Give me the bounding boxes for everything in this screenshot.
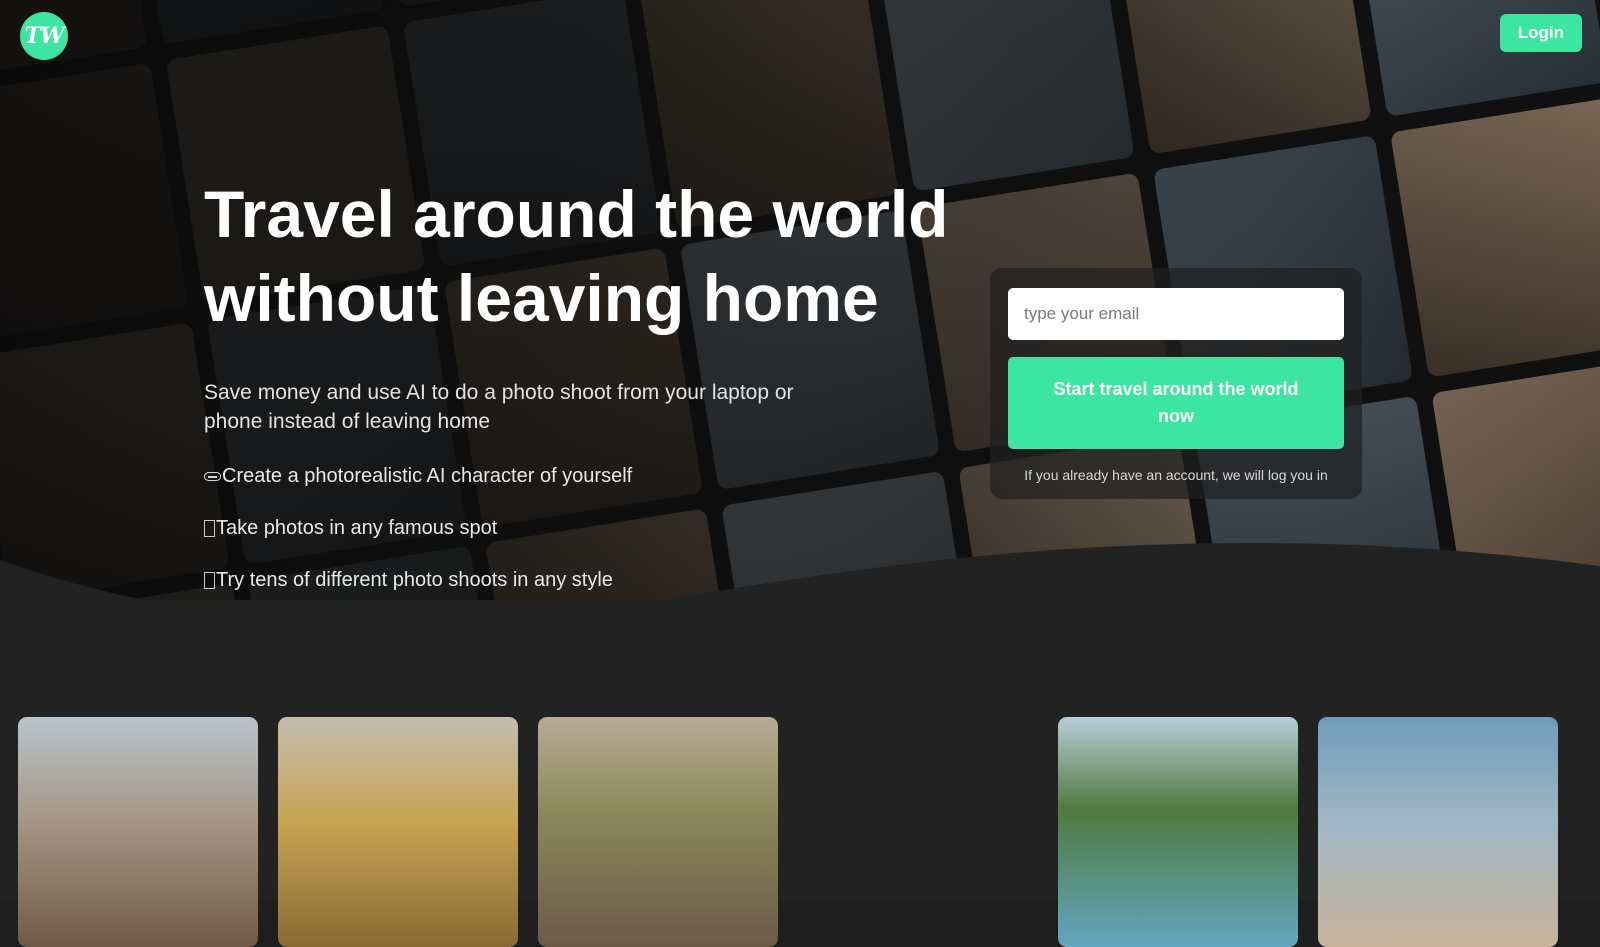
logo-label: TW	[24, 23, 64, 49]
collage-tile	[1431, 357, 1600, 638]
missing-glyph-box-icon	[204, 520, 215, 537]
signup-card: Start travel around the world now If you…	[990, 268, 1362, 499]
collage-tile	[0, 62, 189, 343]
signup-note: If you already have an account, we will …	[1024, 467, 1328, 483]
email-field[interactable]	[1008, 288, 1344, 340]
feature-item-2: Take photos in any famous spot	[204, 516, 964, 540]
page-title: Travel around the world without leaving …	[204, 172, 964, 340]
gallery-card-leaning-tower-of-pisa[interactable]	[798, 717, 1038, 947]
gallery-card-eiffel-tower-sunset[interactable]	[278, 717, 518, 947]
feature-label-1: Create a photorealistic AI character of …	[222, 465, 633, 487]
hero-content: Travel around the world without leaving …	[204, 172, 964, 592]
hero-section: Travel around the world without leaving …	[0, 0, 1600, 640]
feature-label-2: Take photos in any famous spot	[216, 517, 498, 539]
gallery-section	[0, 600, 1600, 947]
headline-line-1: Travel around the world	[204, 177, 949, 251]
hero-subtitle: Save money and use AI to do a photo shoo…	[204, 381, 794, 433]
gallery-card-great-wall-of-china[interactable]	[538, 717, 778, 947]
start-travel-button[interactable]: Start travel around the world now	[1008, 357, 1344, 449]
collage-tile	[1390, 98, 1600, 378]
gallery-carousel[interactable]	[18, 717, 1600, 947]
pen-icon	[204, 472, 221, 481]
missing-glyph-box-icon	[204, 572, 215, 589]
tw-monogram-icon[interactable]: TW	[20, 12, 68, 60]
gallery-card-taj-mahal[interactable]	[1318, 717, 1558, 947]
collage-tile	[0, 322, 230, 602]
feature-item-3: Try tens of different photo shoots in an…	[204, 568, 964, 592]
gallery-card-eiffel-tower-day[interactable]	[18, 717, 258, 947]
login-button[interactable]: Login	[1499, 14, 1582, 52]
top-bar: TW Login	[0, 0, 1600, 72]
feature-item-1: Create a photorealistic AI character of …	[204, 464, 964, 488]
headline-line-2: without leaving home	[204, 261, 879, 335]
feature-label-3: Try tens of different photo shoots in an…	[216, 569, 613, 591]
gallery-card-niagara-falls[interactable]	[1058, 717, 1298, 947]
